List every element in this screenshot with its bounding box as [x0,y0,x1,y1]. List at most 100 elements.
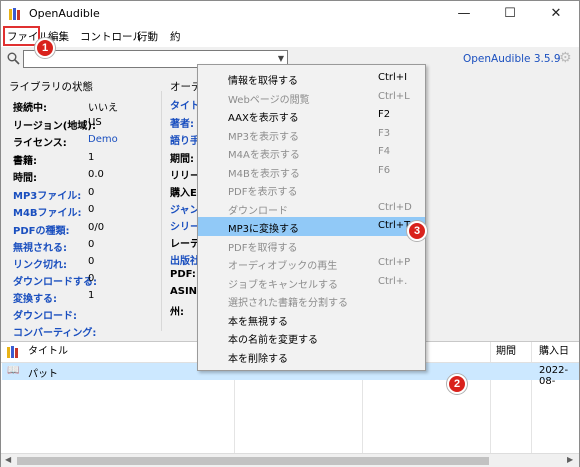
library-value: 0 [88,273,95,284]
library-link-label[interactable]: リンク切れ: [13,256,67,271]
column-divider [490,342,491,454]
menu-item-label: ダウンロード [228,205,288,217]
license-link[interactable]: Demo [88,134,118,145]
scroll-left-icon[interactable]: ◀ [5,455,11,464]
menu-item-label: ジョブをキャンセルする [228,279,338,291]
audiobook-label: 購入E [170,188,197,199]
menu-item-show-pdf[interactable]: PDFを表示する [198,180,425,199]
menu-item-show-aax[interactable]: AAXを表示する F2 [198,106,425,125]
library-link-label[interactable]: ダウンロード: [13,307,77,322]
close-button[interactable]: ✕ [533,1,579,27]
library-value: 0 [88,256,95,267]
menu-item-browse-web[interactable]: Webページの閲覧 Ctrl+L [198,88,425,107]
menu-item-shortcut: Ctrl+. [378,275,408,287]
library-link-label[interactable]: ダウンロードする: [13,273,97,288]
menu-item-get-pdf[interactable]: PDFを取得する [198,236,425,255]
library-value: 0 [88,204,95,215]
step-marker-1: 1 [35,38,55,58]
menu-item-label: MP3を表示する [228,131,300,143]
menu-item-label: PDFを表示する [228,187,298,198]
step-marker-2: 2 [447,374,467,394]
library-link-label[interactable]: 変換する: [13,290,57,305]
search-icon [7,52,20,65]
audiobook-label: ASIN [170,286,198,297]
library-label: 時間: [13,173,37,184]
menu-item-download[interactable]: ダウンロード Ctrl+D [198,199,425,218]
library-value: 0.0 [88,169,104,180]
library-link-label[interactable]: MP3ファイル: [13,187,81,202]
scroll-right-icon[interactable]: ▶ [567,455,573,464]
library-value: いいえ [88,103,118,114]
maximize-button[interactable]: ☐ [487,1,533,27]
menu-item-label: Webページの閲覧 [228,94,310,106]
menu-item-label: 本を無視する [228,316,288,328]
menu-item-label: MP3に変換する [228,224,300,235]
menu-item-label: M4Bを表示する [228,168,300,180]
library-value: 0/0 [88,222,105,233]
minimize-button[interactable]: — [441,1,487,27]
menu-item-label: AAXを表示する [228,113,299,124]
file-menu-highlight-box [3,26,40,46]
library-value: US [88,117,102,128]
menu-item-shortcut: Ctrl+T [378,220,411,231]
app-window: OpenAudible — ☐ ✕ ファイル 編集 コントロール 行動 約 ▼ … [0,0,580,467]
column-header-purchase-date[interactable]: 購入日 [539,342,569,362]
menu-item-shortcut: Ctrl+P [378,257,411,268]
menu-control[interactable]: コントロール [80,29,143,44]
audiobook-label[interactable]: 著者: [170,115,194,130]
file-dropdown-menu: 情報を取得する Ctrl+I Webページの閲覧 Ctrl+L AAXを表示する… [197,64,426,371]
menu-item-shortcut: Ctrl+L [378,90,410,102]
menu-item-label: 情報を取得する [228,76,298,87]
gear-icon[interactable]: ⚙ [559,50,572,66]
menu-item-rename-book[interactable]: 本の名前を変更する [198,328,425,347]
scrollbar-thumb[interactable] [17,457,489,465]
library-link-label[interactable]: コンバーティング: [13,324,96,339]
menu-item-shortcut: F2 [378,109,391,120]
menu-item-shortcut: F4 [378,146,391,157]
audiobook-label: 期間: [170,154,194,165]
menu-item-label: 本の名前を変更する [228,335,318,346]
menu-item-ignore-book[interactable]: 本を無視する [198,310,425,329]
menu-item-play-audiobook[interactable]: オーディオブックの再生 Ctrl+P [198,254,425,273]
menu-item-show-mp3[interactable]: MP3を表示する F3 [198,125,425,144]
menu-item-split-books[interactable]: 選択された書籍を分割する [198,291,425,310]
menu-item-label: 選択された書籍を分割する [228,298,348,309]
library-link-label[interactable]: M4Bファイル: [13,204,82,219]
menu-bar: ファイル 編集 コントロール 行動 約 [1,27,579,45]
library-value: 0 [88,239,95,250]
menu-item-cancel-jobs[interactable]: ジョブをキャンセルする Ctrl+. [198,273,425,292]
audiobook-label[interactable]: 語り手 [170,132,200,147]
library-status-title: ライブラリの状態 [9,81,93,93]
column-header-title[interactable]: タイトル [28,342,68,362]
horizontal-scrollbar[interactable]: ◀ ▶ [1,453,579,467]
library-label: 接続中: [13,103,47,114]
column-header-duration[interactable]: 期間 [496,342,516,362]
chevron-down-icon[interactable]: ▼ [278,54,284,63]
menu-item-shortcut: F3 [378,127,391,139]
menu-item-label: オーディオブックの再生 [228,261,338,272]
menu-item-get-info[interactable]: 情報を取得する Ctrl+I [198,69,425,88]
menu-action[interactable]: 行動 [137,29,158,44]
audiobook-label: PDF: [170,269,196,280]
library-link-label[interactable]: PDFの種類: [13,222,69,237]
step-marker-3: 3 [407,221,427,241]
menu-item-convert-mp3[interactable]: MP3に変換する Ctrl+T [198,217,425,236]
title-bar: OpenAudible — ☐ ✕ [1,1,579,27]
menu-about[interactable]: 約 [170,29,181,44]
panel-divider [161,91,162,331]
menu-item-delete-book[interactable]: 本を削除する [198,347,425,366]
library-value: 0 [88,187,95,198]
menu-item-label: PDFを取得する [228,242,298,254]
library-value: 1 [88,152,95,163]
menu-item-show-m4b[interactable]: M4Bを表示する F6 [198,162,425,181]
app-logo-icon [9,8,20,20]
menu-item-show-m4a[interactable]: M4Aを表示する F4 [198,143,425,162]
audiobook-label[interactable]: 出版社 [170,252,200,267]
window-title: OpenAudible [29,7,100,20]
library-label: ライセンス: [13,138,67,149]
library-link-label[interactable]: 無視される: [13,239,67,254]
menu-item-shortcut: F6 [378,164,391,176]
menu-item-label: 本を削除する [228,353,288,365]
menu-item-shortcut: Ctrl+I [378,72,408,83]
version-label: OpenAudible 3.5.9 [463,53,561,65]
